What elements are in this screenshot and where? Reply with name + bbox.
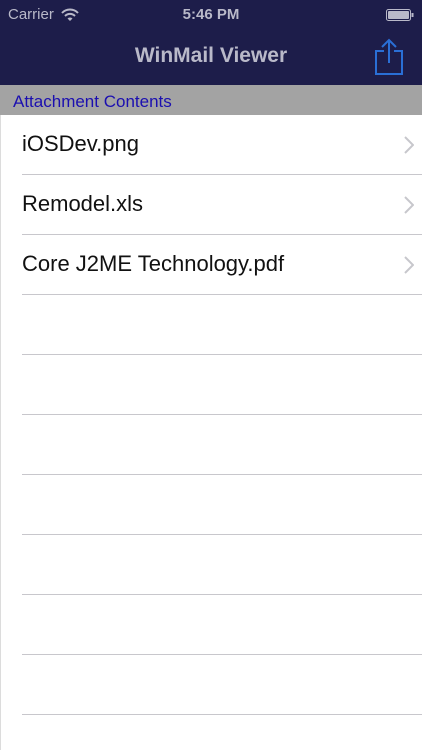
- attachment-list: iOSDev.png Remodel.xls Core J2ME Technol…: [0, 115, 422, 715]
- attachment-name: iOSDev.png: [22, 131, 139, 156]
- status-bar: Carrier 5:46 PM: [0, 0, 422, 30]
- empty-row: [0, 595, 422, 655]
- battery-icon: [386, 9, 414, 21]
- status-time: 5:46 PM: [182, 6, 240, 23]
- empty-row: [0, 655, 422, 715]
- chevron-right-icon: [404, 256, 414, 274]
- empty-row: [0, 415, 422, 475]
- attachment-name: Core J2ME Technology.pdf: [22, 251, 285, 276]
- navigation-bar: WinMail Viewer: [0, 30, 422, 85]
- section-header-label: Attachment Contents: [13, 92, 172, 111]
- list-item[interactable]: Remodel.xls: [0, 175, 422, 235]
- chevron-right-icon: [404, 196, 414, 214]
- empty-row: [0, 475, 422, 535]
- list-item[interactable]: iOSDev.png: [0, 115, 422, 175]
- section-header: Attachment Contents: [0, 85, 422, 115]
- nav-title: WinMail Viewer: [134, 44, 288, 67]
- empty-row: [0, 355, 422, 415]
- empty-row: [0, 535, 422, 595]
- share-icon[interactable]: [372, 38, 406, 76]
- chevron-right-icon: [404, 136, 414, 154]
- list-item[interactable]: Core J2ME Technology.pdf: [0, 235, 422, 295]
- empty-row: [0, 295, 422, 355]
- attachment-name: Remodel.xls: [22, 191, 144, 216]
